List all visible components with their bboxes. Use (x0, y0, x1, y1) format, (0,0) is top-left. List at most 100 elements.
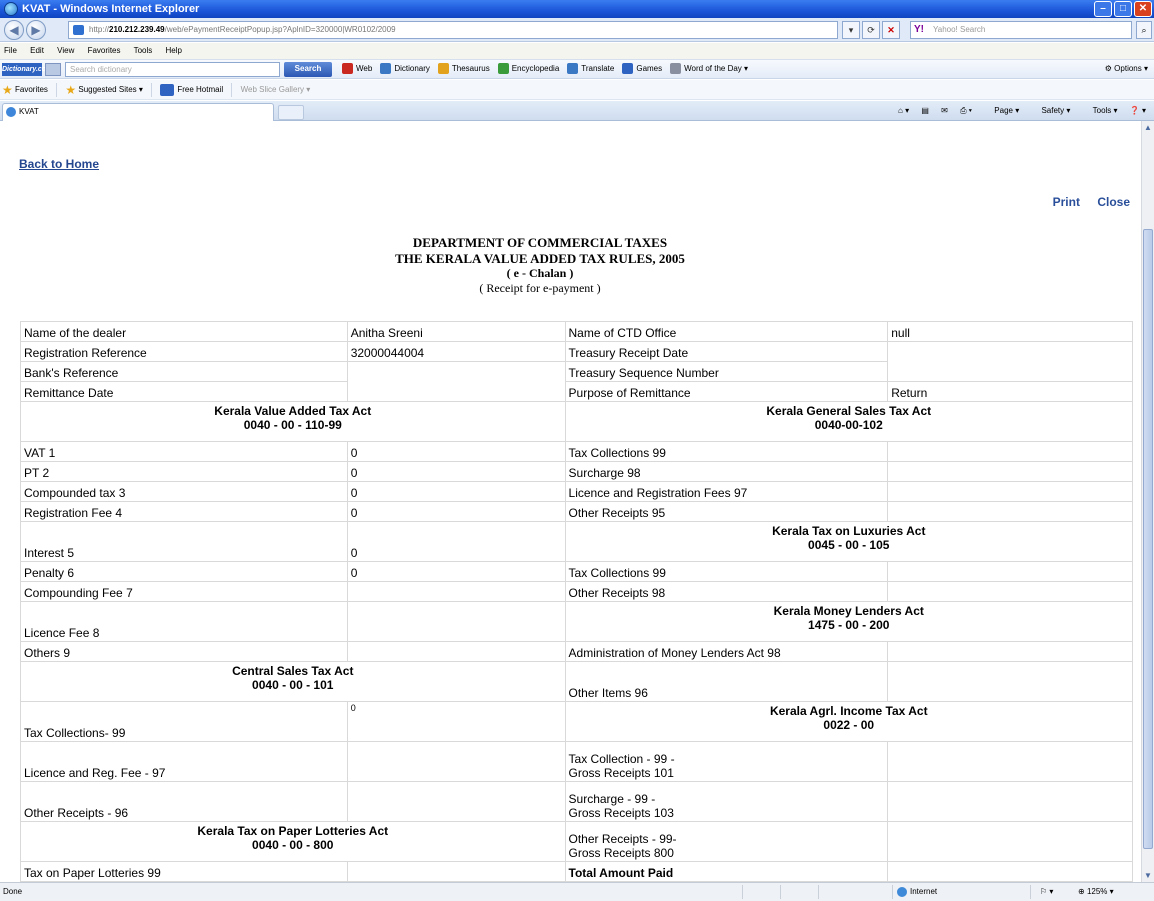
dictionary-search-button[interactable]: Search (284, 62, 332, 77)
table-row: PT 2 0 Surcharge 98 (20, 461, 1133, 482)
home-icon[interactable]: ⌂ ▾ (898, 106, 909, 115)
suggested-sites-link[interactable]: Suggested Sites ▾ (78, 85, 143, 94)
menu-help[interactable]: Help (166, 46, 182, 55)
back-to-home-link[interactable]: Back to Home (19, 157, 99, 171)
web-slice-gallery-link[interactable]: Web Slice Gallery ▾ (241, 85, 311, 94)
dict-link-thesaurus[interactable]: Thesaurus (437, 60, 490, 78)
cell-value (346, 581, 566, 602)
section-code: 0040-00-102 (814, 418, 883, 432)
print-link[interactable]: Print (1053, 195, 1080, 209)
tools-menu-label: Tools (1092, 106, 1112, 115)
back-button[interactable]: ◀ (4, 20, 24, 40)
help-icon[interactable]: ❓ ▾ (1130, 106, 1146, 115)
stop-icon[interactable]: ✕ (882, 21, 900, 39)
menu-edit[interactable]: Edit (30, 46, 44, 55)
print-icon[interactable]: ⎙ ▾ (960, 106, 972, 115)
close-window-button[interactable]: ✕ (1134, 1, 1152, 17)
status-divider (742, 885, 743, 899)
cell-label: Treasury Receipt Date (564, 341, 889, 362)
cell-label: Other Receipts - 99- Gross Receipts 800 (564, 821, 889, 862)
protected-mode-icon[interactable]: ⚐ ▾ (1040, 883, 1053, 901)
cell-label: Licence Fee 8 (20, 601, 348, 642)
cell-label: Name of the dealer (20, 321, 348, 342)
scroll-down-icon[interactable]: ▼ (1144, 871, 1152, 880)
safety-menu[interactable]: Safety ▾ (1031, 106, 1070, 115)
cell-value (346, 601, 566, 642)
tab-kvat[interactable]: KVAT (2, 103, 274, 121)
section-title: Kerala Money Lenders Act (773, 604, 924, 618)
scroll-up-icon[interactable]: ▲ (1144, 123, 1152, 132)
menu-file[interactable]: File (4, 46, 17, 55)
section-header-cst: Central Sales Tax Act 0040 - 00 - 101 (20, 661, 566, 702)
tab-bar: KVAT ⌂ ▾ ▤ ✉ ⎙ ▾ Page ▾ Safety ▾ Tools ▾… (0, 101, 1154, 121)
table-row: Others 9 Administration of Money Lenders… (20, 641, 1133, 662)
cell-label: Other Receipts - 96 (20, 781, 348, 822)
compatibility-icon[interactable]: ▾ (842, 21, 860, 39)
cell-value: 0 (346, 481, 566, 502)
section-row: Kerala Value Added Tax Act 0040 - 00 - 1… (20, 401, 1134, 442)
cell-value (887, 561, 1133, 582)
section-title: Kerala General Sales Tax Act (766, 404, 932, 418)
feeds-icon[interactable]: ▤ (921, 106, 929, 115)
chalan-heading: ( e - Chalan ) (506, 266, 574, 280)
free-hotmail-link[interactable]: Free Hotmail (160, 84, 223, 96)
zoom-level[interactable]: ⊕ 125% ▾ (1078, 883, 1114, 901)
table-row: Name of the dealer Anitha Sreeni Name of… (20, 321, 1133, 342)
menu-favorites[interactable]: Favorites (88, 46, 121, 55)
refresh-icon[interactable]: ⟳ (862, 21, 880, 39)
dict-link-games[interactable]: Games (622, 60, 662, 78)
url-input[interactable]: http://210.212.239.49/web/ePaymentReceip… (68, 21, 838, 39)
dict-link-encyclopedia[interactable]: Encyclopedia (497, 60, 559, 78)
table-row: Remittance Date Purpose of Remittance Re… (20, 381, 1133, 402)
security-zone[interactable]: Internet (897, 883, 937, 901)
menu-view[interactable]: View (57, 46, 74, 55)
rules-heading: THE KERALA VALUE ADDED TAX RULES, 2005 (395, 251, 685, 266)
status-divider (892, 885, 893, 899)
cell-label: PT 2 (20, 461, 348, 482)
favorites-bar: ★ Favorites ★ Suggested Sites ▾ Free Hot… (0, 80, 1154, 100)
dict-link-word-of-day[interactable]: Word of the Day ▾ (670, 60, 748, 78)
forward-button[interactable]: ▶ (26, 20, 46, 40)
close-link[interactable]: Close (1097, 195, 1130, 209)
section-header-agri: Kerala Agrl. Income Tax Act 0022 - 00 (564, 701, 1134, 742)
section-title: Central Sales Tax Act (232, 664, 354, 678)
table-row: Compounded tax 3 0 Licence and Registrat… (20, 481, 1133, 502)
address-tools: ▾ ⟳ ✕ (842, 21, 900, 39)
add-favorite-icon[interactable]: ★ (65, 83, 76, 97)
scroll-thumb[interactable] (1143, 229, 1153, 849)
cell-value: 0 (346, 461, 566, 482)
dictionary-search-input[interactable]: Search dictionary (65, 62, 280, 77)
cell-value (887, 581, 1133, 602)
cell-label: Registration Reference (20, 341, 348, 362)
cell-value (887, 341, 1133, 382)
new-tab-button[interactable] (278, 105, 304, 120)
options-button[interactable]: ⚙ Options ▾ (1105, 60, 1148, 78)
dict-link-web[interactable]: Web (342, 60, 372, 78)
cell-value (887, 781, 1133, 822)
cell-label: Licence and Reg. Fee - 97 (20, 741, 348, 782)
tools-menu[interactable]: Tools ▾ (1083, 106, 1118, 115)
cell-label: VAT 1 (20, 441, 348, 462)
dict-link-translate[interactable]: Translate (567, 60, 614, 78)
dictionary-logo[interactable]: Dictionary.com (2, 63, 52, 76)
mail-icon[interactable]: ✉ (941, 106, 948, 115)
dictionary-dropdown[interactable] (45, 63, 61, 76)
cell-label: Tax Collections 99 (564, 441, 889, 462)
thesaurus-icon (437, 63, 449, 75)
menu-tools[interactable]: Tools (134, 46, 153, 55)
dict-link-dictionary[interactable]: Dictionary (380, 60, 430, 78)
total-value (887, 861, 1133, 882)
search-input[interactable]: Y! Yahoo! Search (910, 21, 1132, 39)
dictionary-links: Web Dictionary Thesaurus Encyclopedia Tr… (342, 60, 748, 78)
minimize-button[interactable]: – (1094, 1, 1112, 17)
maximize-button[interactable]: □ (1114, 1, 1132, 17)
search-go-icon[interactable]: ⌕ (1136, 21, 1152, 39)
status-divider (780, 885, 781, 899)
cell-line: Tax Collection - 99 - (568, 752, 675, 766)
favorites-button[interactable]: Favorites (15, 85, 48, 94)
table-row: VAT 1 0 Tax Collections 99 (20, 441, 1133, 462)
cell-value (346, 781, 566, 822)
department-heading: DEPARTMENT OF COMMERCIAL TAXES (412, 235, 668, 250)
page-menu[interactable]: Page ▾ (984, 106, 1019, 115)
vertical-scrollbar[interactable]: ▲ ▼ (1141, 121, 1154, 882)
